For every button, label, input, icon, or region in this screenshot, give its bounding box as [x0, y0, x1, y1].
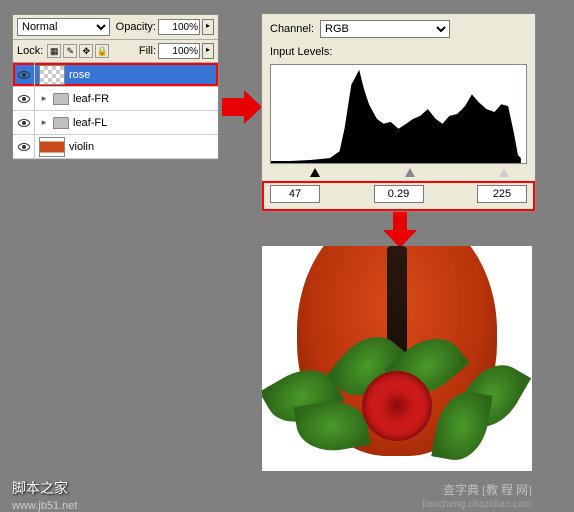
channel-select[interactable]: RGB — [320, 20, 450, 38]
folder-icon — [53, 93, 69, 105]
arrow-right-icon — [222, 90, 262, 124]
lock-position-icon[interactable]: ✥ — [79, 44, 93, 58]
blend-mode-select[interactable]: Normal — [17, 18, 110, 36]
eye-icon — [18, 143, 30, 151]
lock-transparent-icon[interactable]: ▦ — [47, 44, 61, 58]
visibility-toggle[interactable] — [13, 135, 35, 158]
arrow-down-icon — [383, 212, 417, 248]
visibility-toggle[interactable] — [13, 87, 35, 110]
opacity-dropdown-icon[interactable]: ▸ — [202, 19, 214, 35]
eye-icon — [18, 95, 30, 103]
layer-row-rose[interactable]: rose — [13, 63, 218, 87]
fill-label: Fill: — [139, 45, 156, 57]
lock-all-icon[interactable]: 🔒 — [95, 44, 109, 58]
visibility-toggle[interactable] — [13, 63, 35, 86]
layer-row-leaf-fr[interactable]: ▸ leaf-FR — [13, 87, 218, 111]
watermark-text: 脚本之家 — [12, 478, 68, 498]
layer-name: leaf-FL — [73, 117, 107, 129]
input-levels-label: Input Levels: — [262, 44, 535, 60]
channel-row: Channel: RGB — [262, 14, 535, 44]
layers-header: Normal Opacity: ▸ — [13, 15, 218, 40]
layer-row-violin[interactable]: violin — [13, 135, 218, 159]
midtone-slider[interactable] — [405, 168, 415, 177]
lock-row: Lock: ▦ ✎ ✥ 🔒 Fill: ▸ — [13, 40, 218, 63]
layer-row-leaf-fl[interactable]: ▸ leaf-FL — [13, 111, 218, 135]
layer-name: leaf-FR — [73, 93, 109, 105]
lock-label: Lock: — [17, 45, 43, 57]
preview-image — [262, 246, 532, 471]
highlight-input[interactable] — [477, 185, 527, 203]
watermark-url: jiaocheng.chazidian.com — [422, 499, 532, 510]
rose-flower — [362, 371, 432, 441]
disclosure-triangle-icon[interactable]: ▸ — [39, 118, 49, 128]
highlight-slider[interactable] — [499, 168, 509, 177]
layer-name: violin — [69, 141, 94, 153]
shadow-slider[interactable] — [310, 168, 320, 177]
layer-thumbnail[interactable] — [39, 65, 65, 85]
midtone-input[interactable] — [374, 185, 424, 203]
layer-thumbnail[interactable] — [39, 137, 65, 157]
opacity-input[interactable] — [158, 19, 200, 35]
levels-panel: Channel: RGB Input Levels: — [261, 13, 536, 212]
opacity-label: Opacity: — [116, 21, 156, 33]
fill-group: Fill: ▸ — [139, 43, 214, 59]
shadow-input[interactable] — [270, 185, 320, 203]
fill-dropdown-icon[interactable]: ▸ — [202, 43, 214, 59]
opacity-group: Opacity: ▸ — [116, 19, 214, 35]
histogram — [270, 64, 527, 164]
layers-panel: Normal Opacity: ▸ Lock: ▦ ✎ ✥ 🔒 Fill: ▸ … — [12, 14, 219, 160]
channel-label: Channel: — [270, 23, 314, 35]
watermark-text: 查字典 [教 程 网] — [443, 481, 532, 498]
layer-list: rose ▸ leaf-FR ▸ leaf-FL violin — [13, 63, 218, 159]
fill-input[interactable] — [158, 43, 200, 59]
folder-icon — [53, 117, 69, 129]
lock-paint-icon[interactable]: ✎ — [63, 44, 77, 58]
watermark-url: www.jb51.net — [12, 500, 77, 512]
visibility-toggle[interactable] — [13, 111, 35, 134]
layer-name: rose — [69, 69, 90, 81]
eye-icon — [18, 119, 30, 127]
eye-icon — [18, 71, 30, 79]
levels-sliders — [262, 168, 535, 177]
level-inputs-row — [262, 181, 535, 211]
disclosure-triangle-icon[interactable]: ▸ — [39, 94, 49, 104]
